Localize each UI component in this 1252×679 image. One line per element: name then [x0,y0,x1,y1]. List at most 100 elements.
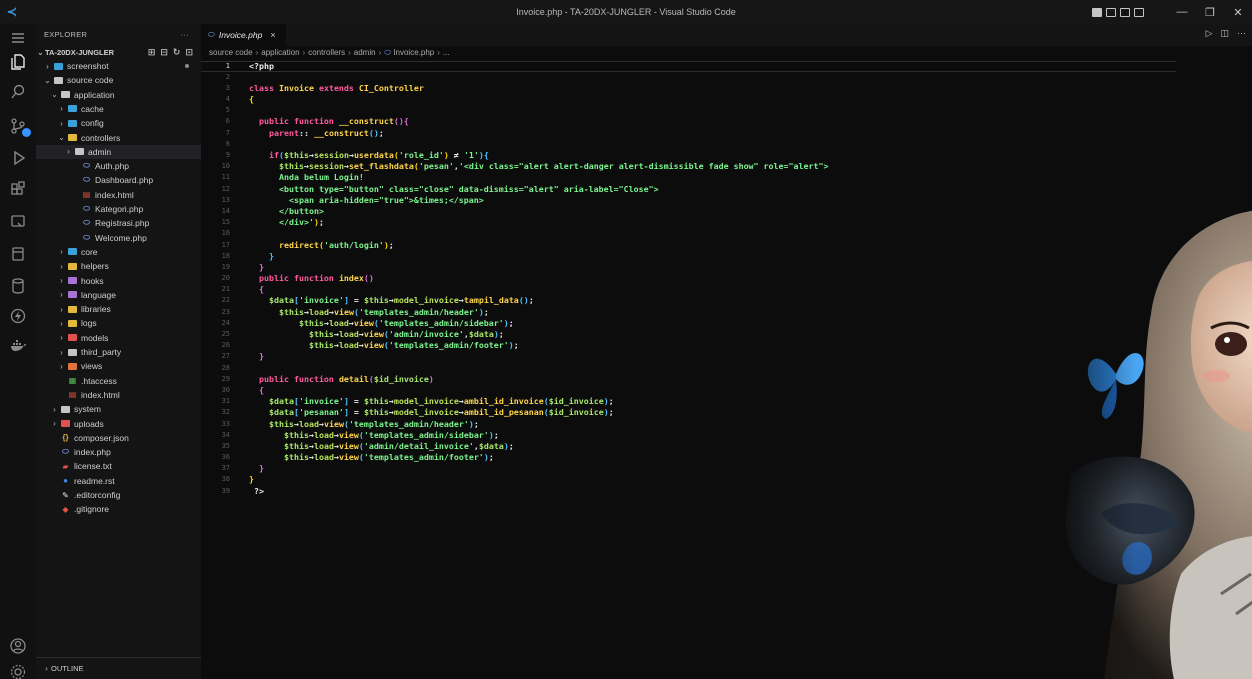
workspace-root[interactable]: ⌄ TA-20DX-JUNGLER ⊞ ⊟ ↻ ⊡ [36,45,201,59]
tree-folder[interactable]: › libraries [36,302,201,316]
folder-icon [68,277,77,284]
new-folder-icon[interactable]: ⊟ [160,47,168,58]
tree-file[interactable]: ▤ index.html [36,188,201,202]
tree-folder[interactable]: › screenshot [36,59,201,73]
explorer-icon[interactable] [8,52,28,72]
code-editor[interactable]: 1 <?php 2 3 class Invoice extends CI_Control… [201,61,901,497]
code-token: load [313,452,334,463]
code-token: $this [363,295,389,306]
accounts-icon[interactable] [8,636,28,656]
tree-folder[interactable]: › system [36,402,201,416]
code-token: ≠ [448,150,464,160]
tree-folder[interactable]: › models [36,331,201,345]
tree-folder[interactable]: ⌄ controllers [36,131,201,145]
breadcrumb-item[interactable]: controllers [308,48,345,57]
tree-item-label: config [81,118,104,129]
chevron-right-icon: › [60,304,63,314]
docker-icon[interactable] [8,336,28,356]
toggle-panel-icon[interactable] [1106,7,1116,17]
code-text: <button type="button" class="close" data… [237,184,659,195]
remote-explorer-icon[interactable] [8,212,28,232]
tree-folder[interactable]: › config [36,116,201,130]
code-token: ; [513,340,519,351]
extensions-icon[interactable] [8,180,28,200]
toggle-sidebar-icon[interactable] [1092,7,1102,17]
code-line: 24 $this→load→view('templates_admin/side… [201,318,901,329]
close-window-button[interactable]: ✕ [1224,0,1252,24]
refresh-icon[interactable]: ↻ [173,47,181,58]
breadcrumb-item[interactable]: application [261,48,299,57]
code-token: model_invoice [393,396,459,407]
tree-folder[interactable]: › logs [36,316,201,330]
close-tab-icon[interactable]: × [270,30,275,40]
tree-folder[interactable]: › hooks [36,274,201,288]
tree-file[interactable]: ▰ license.txt [36,459,201,473]
code-token: ; [388,239,394,250]
database-icon[interactable] [8,276,28,296]
tree-file[interactable]: ◆ .gitignore [36,502,201,516]
tree-folder[interactable]: › uploads [36,417,201,431]
code-line: 26 $this→load→view('templates_admin/foot… [201,340,901,351]
tree-folder[interactable]: › cache [36,102,201,116]
search-icon[interactable] [8,82,28,102]
run-icon[interactable]: ▷ [1206,28,1213,39]
code-token: __construct [338,116,394,127]
tree-folder[interactable]: › core [36,245,201,259]
code-line: 2 [201,72,901,83]
code-text: } [237,262,264,273]
new-file-icon[interactable]: ⊞ [148,47,156,58]
explorer-more-button[interactable]: ··· [181,30,189,39]
tree-folder[interactable]: › third_party [36,345,201,359]
tree-file[interactable]: ▦ .htaccess [36,374,201,388]
vscode-logo-icon[interactable]: ≺ [0,0,24,24]
chevron-right-icon: › [60,361,63,371]
tree-folder[interactable]: › helpers [36,259,201,273]
tree-file[interactable]: ⬭ Kategori.php [36,202,201,216]
restore-button[interactable]: ❐ [1196,0,1224,24]
folder-icon [68,262,77,270]
code-token: $this [298,317,324,328]
tree-file[interactable]: ✎ .editorconfig [36,488,201,502]
tree-folder[interactable]: › admin [36,144,201,159]
breadcrumb-item[interactable]: admin [354,48,376,57]
tree-folder[interactable]: ⌄ application [36,88,201,102]
menu-icon[interactable] [8,28,28,48]
more-actions-icon[interactable]: ··· [1237,28,1246,39]
tree-file[interactable]: ⬭ Dashboard.php [36,173,201,187]
code-text: } [237,474,254,485]
toggle-secondary-sidebar-icon[interactable] [1120,7,1130,17]
folder-icon [68,134,77,141]
tree-file[interactable]: ● readme.rst [36,474,201,488]
run-debug-icon[interactable] [8,148,28,168]
lightning-icon[interactable] [8,306,28,326]
tree-file[interactable]: ▤ index.html [36,388,201,402]
tree-file[interactable]: ⬭ Auth.php [36,159,201,173]
tree-file[interactable]: {} composer.json [36,431,201,445]
code-token: 'invoice' [298,396,344,407]
breadcrumb-item[interactable]: Invoice.php [393,48,434,57]
tree-file[interactable]: ⬭ index.php [36,445,201,459]
tree-file[interactable]: ⬭ Welcome.php [36,231,201,245]
tree-folder[interactable]: › language [36,288,201,302]
code-token: view [323,418,344,429]
split-editor-icon[interactable]: ◫ [1220,28,1229,39]
customize-layout-icon[interactable] [1134,7,1144,17]
code-token: public function [259,116,339,127]
breadcrumb-item[interactable]: ... [443,48,450,57]
notebook-icon[interactable] [8,244,28,264]
code-line: 29 public function detail($id_invoice) [201,374,901,385]
outline-section[interactable]: › OUTLINE [36,657,201,679]
tree-file[interactable]: ⬭ Registrasi.php [36,216,201,230]
tree-folder[interactable]: › views [36,359,201,373]
source-control-icon[interactable] [8,116,31,137]
collapse-all-icon[interactable]: ⊡ [185,47,193,58]
code-token: <button type="button" class="close" data… [278,183,659,194]
breadcrumb-item[interactable]: source code [209,48,253,57]
minimize-button[interactable]: — [1168,0,1196,24]
tab-invoice-php[interactable]: ⬭ Invoice.php × [201,24,286,46]
html-file-icon: ▤ [68,390,77,400]
manage-gear-icon[interactable] [8,662,28,679]
tree-folder[interactable]: ⌄ source code [36,73,201,87]
